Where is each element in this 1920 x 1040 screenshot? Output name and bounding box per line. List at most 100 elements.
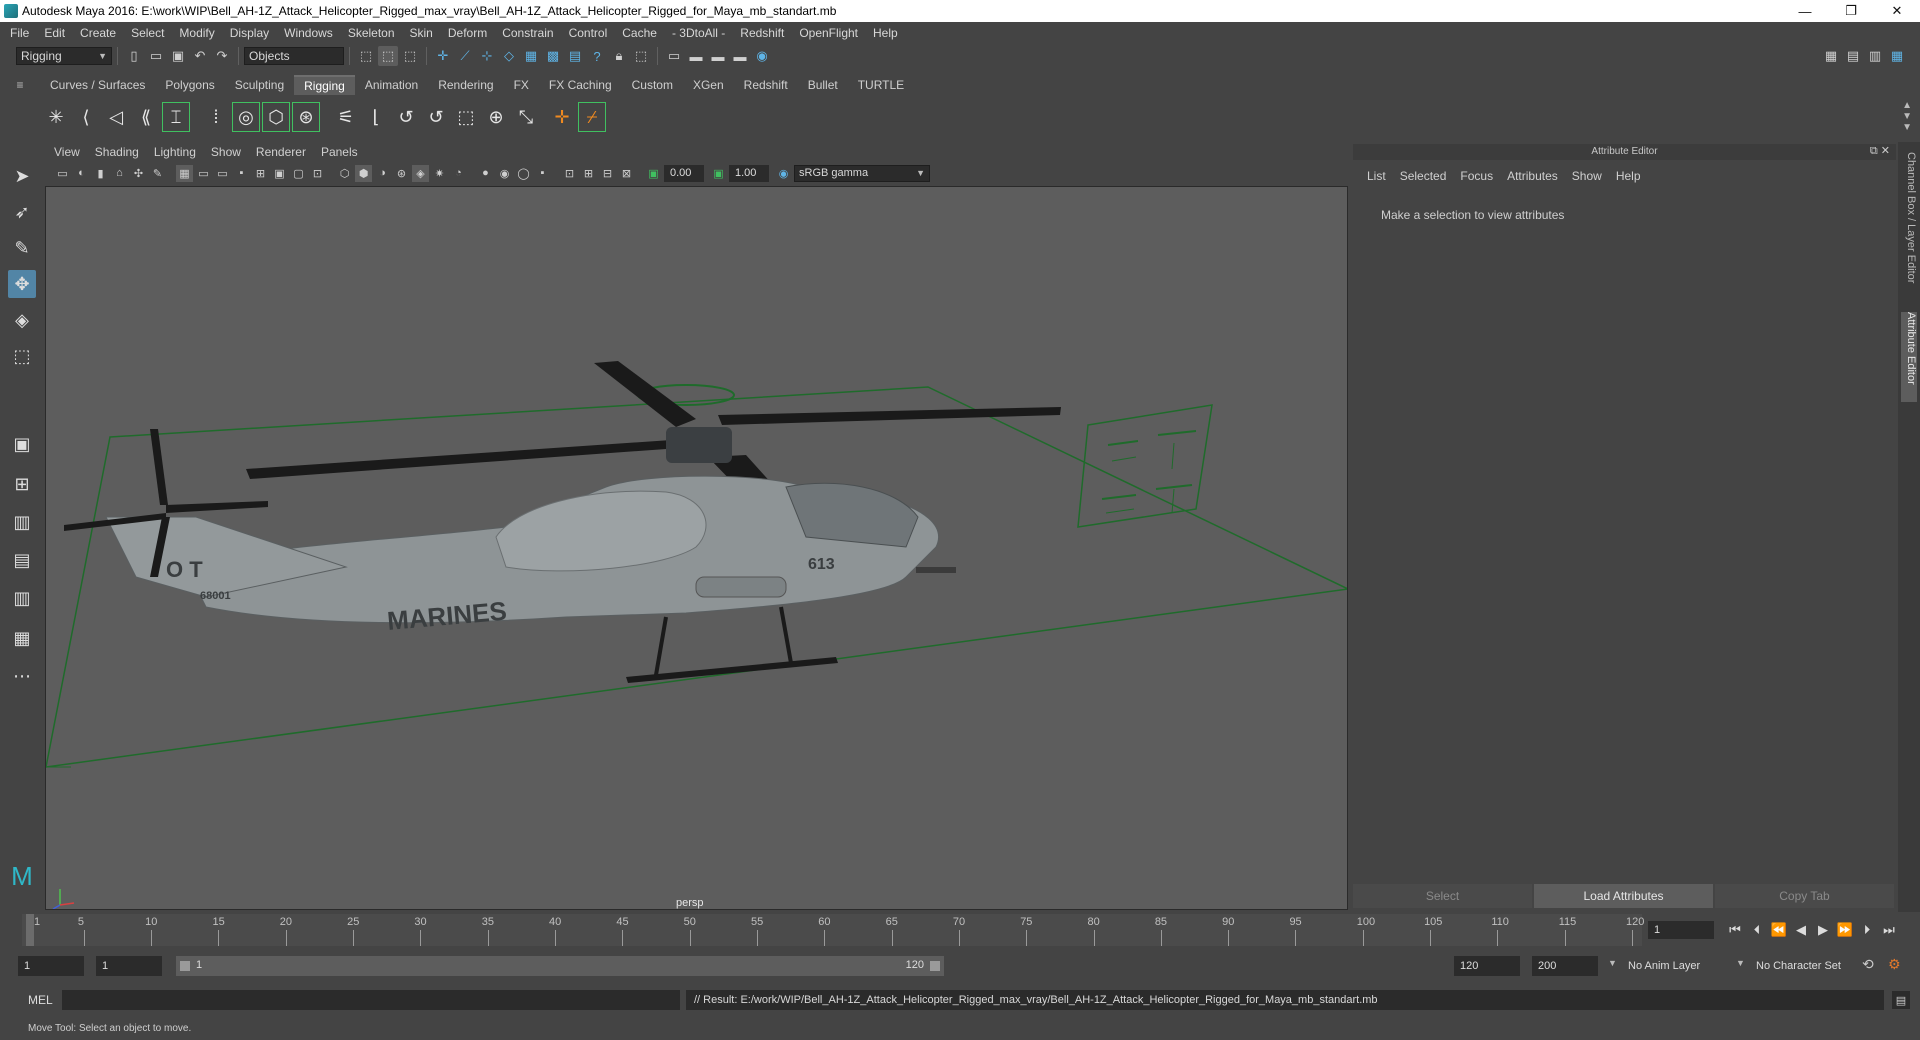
channel-box-tab[interactable]: Channel Box / Layer Editor: [1901, 152, 1917, 292]
film-gate-icon[interactable]: ▭: [195, 165, 212, 182]
menu-skin[interactable]: Skin: [404, 26, 442, 40]
aim-constraint-icon[interactable]: ⊕: [482, 102, 510, 132]
joint-tool-icon[interactable]: ✳: [42, 102, 70, 132]
chevron-down-icon[interactable]: ▼: [1608, 958, 1617, 968]
snap-view-plane-icon[interactable]: ◇: [499, 46, 519, 66]
multisample-aa-icon[interactable]: ◯: [515, 165, 532, 182]
gamma-icon[interactable]: ▣: [710, 165, 727, 182]
pole-vector-icon[interactable]: ⤡: [512, 102, 540, 132]
shelf-tab-sculpting[interactable]: Sculpting: [225, 75, 294, 95]
snap-surface-icon[interactable]: ▦: [521, 46, 541, 66]
hypershade-icon[interactable]: ◉: [752, 46, 772, 66]
perspective-viewport[interactable]: MARINES O T 68001 613 persp: [45, 186, 1348, 910]
rig-control-board[interactable]: [1077, 404, 1213, 528]
camera-select-icon[interactable]: ▭: [54, 165, 71, 182]
safe-title-icon[interactable]: ▢: [290, 165, 307, 182]
save-scene-icon[interactable]: ▣: [168, 46, 188, 66]
shelf-tab-fx[interactable]: FX: [504, 75, 539, 95]
move-tool-icon[interactable]: ✥: [8, 270, 36, 298]
xray-active-icon[interactable]: ⊟: [599, 165, 616, 182]
character-set-dropdown[interactable]: No Character Set: [1750, 956, 1874, 976]
parent-constraint-icon[interactable]: ⌊: [362, 102, 390, 132]
render-settings-icon[interactable]: ▬: [730, 46, 750, 66]
camera-attributes-icon[interactable]: ◐: [73, 165, 90, 182]
panel-close-icon[interactable]: ⧉ ✕: [1870, 144, 1890, 158]
play-forwards-icon[interactable]: ▶: [1812, 920, 1834, 940]
range-start-handle[interactable]: [180, 961, 190, 971]
range-slider[interactable]: 1 120: [176, 956, 944, 976]
four-view-layout-icon[interactable]: ⊞: [8, 470, 36, 498]
wireframe-icon[interactable]: ⬡: [336, 165, 353, 182]
menu-constrain[interactable]: Constrain: [496, 26, 562, 40]
chevron-down-icon[interactable]: ▼: [1736, 958, 1745, 968]
play-backwards-icon[interactable]: ◀: [1790, 920, 1812, 940]
mel-command-input[interactable]: [62, 990, 680, 1010]
selection-mode-dropdown[interactable]: Objects: [244, 47, 344, 65]
exposure-field[interactable]: 0.00: [664, 164, 704, 182]
step-forward-key-icon[interactable]: ⏩: [1834, 920, 1856, 940]
xray-joints-icon[interactable]: ⊞: [580, 165, 597, 182]
attr-menu-focus[interactable]: Focus: [1460, 169, 1493, 183]
smooth-shade-icon[interactable]: ⬢: [355, 164, 372, 182]
select-lock-icon[interactable]: ⬚: [631, 46, 651, 66]
symmetry-icon[interactable]: ?: [587, 46, 607, 66]
rig-control-slider[interactable]: [1105, 508, 1135, 514]
paint-weights-icon[interactable]: ⚟: [332, 102, 360, 132]
viewport-menu-renderer[interactable]: Renderer: [256, 145, 315, 159]
insert-joint-icon[interactable]: ⟨: [72, 102, 100, 132]
make-live-icon[interactable]: ▩: [543, 46, 563, 66]
attr-menu-selected[interactable]: Selected: [1400, 169, 1447, 183]
animation-preferences-icon[interactable]: ⚙: [1888, 956, 1901, 973]
minimize-button[interactable]: —: [1782, 0, 1828, 22]
menu-display[interactable]: Display: [224, 26, 278, 40]
ik-handle-icon[interactable]: ⌶: [162, 102, 190, 132]
rig-control-slider[interactable]: [1171, 488, 1175, 514]
viewport-menu-view[interactable]: View: [54, 145, 89, 159]
script-editor-icon[interactable]: ▤: [1892, 991, 1910, 1009]
restore-button[interactable]: ❐: [1828, 0, 1874, 22]
isolate-select-icon[interactable]: ⊡: [309, 165, 326, 182]
shelf-tab-curves-surfaces[interactable]: Curves / Surfaces: [40, 75, 155, 95]
menu-select[interactable]: Select: [125, 26, 173, 40]
rig-control-slider[interactable]: [1111, 456, 1137, 462]
load-attributes-button[interactable]: Load Attributes: [1534, 884, 1713, 908]
step-forward-frame-icon[interactable]: ⏵: [1856, 920, 1878, 940]
shelf-tab-polygons[interactable]: Polygons: [155, 75, 224, 95]
anim-layer-dropdown[interactable]: No Anim Layer: [1622, 956, 1746, 976]
viewport-menu-shading[interactable]: Shading: [95, 145, 148, 159]
persp-hypershade-layout-icon[interactable]: ▥: [8, 584, 36, 612]
viewport-menu-show[interactable]: Show: [211, 145, 250, 159]
custom-layout-icon[interactable]: ⋯: [8, 662, 36, 690]
field-chart-icon[interactable]: ⊞: [252, 165, 269, 182]
step-back-frame-icon[interactable]: ⏴: [1746, 920, 1768, 940]
attr-menu-list[interactable]: List: [1367, 169, 1386, 183]
ipr-render-icon[interactable]: ▬: [708, 46, 728, 66]
tool-settings-icon[interactable]: ▥: [1865, 46, 1885, 66]
two-d-pan-icon[interactable]: ✣: [130, 165, 147, 182]
color-management-icon[interactable]: ◉: [775, 165, 792, 182]
scene-canvas[interactable]: MARINES O T 68001 613: [46, 187, 1348, 910]
menu-openflight[interactable]: OpenFlight: [793, 26, 867, 40]
modeling-toolkit-icon[interactable]: ▦: [1821, 46, 1841, 66]
history-icon[interactable]: ▤: [565, 46, 585, 66]
orient-constraint-icon[interactable]: ↺: [422, 102, 450, 132]
snap-curve-icon[interactable]: ⟋: [455, 46, 475, 66]
gamma-field[interactable]: 1.00: [729, 164, 769, 182]
lock-icon[interactable]: 🔒︎: [609, 46, 629, 66]
key-selected-icon[interactable]: ⌿: [578, 102, 606, 132]
shelf-tab-animation[interactable]: Animation: [355, 75, 428, 95]
go-to-start-icon[interactable]: ⏮: [1724, 920, 1746, 940]
render-view-icon[interactable]: ▭: [664, 46, 684, 66]
colorspace-dropdown[interactable]: sRGB gamma ▼: [794, 164, 930, 182]
motion-blur-icon[interactable]: ◉: [496, 165, 513, 182]
depth-of-field-icon[interactable]: ▪: [534, 165, 551, 182]
scale-tool-icon[interactable]: ⬚: [8, 342, 36, 370]
bind-skin-icon[interactable]: ⁞: [202, 102, 230, 132]
screen-space-ao-icon[interactable]: ●: [477, 165, 494, 182]
mel-label[interactable]: MEL: [28, 993, 53, 1007]
attribute-editor-tab[interactable]: Attribute Editor: [1901, 312, 1917, 402]
select-hierarchy-icon[interactable]: ⬚: [356, 46, 376, 66]
use-all-lights-icon[interactable]: ✷: [431, 165, 448, 182]
attr-menu-attributes[interactable]: Attributes: [1507, 169, 1558, 183]
viewport-menu-lighting[interactable]: Lighting: [154, 145, 205, 159]
